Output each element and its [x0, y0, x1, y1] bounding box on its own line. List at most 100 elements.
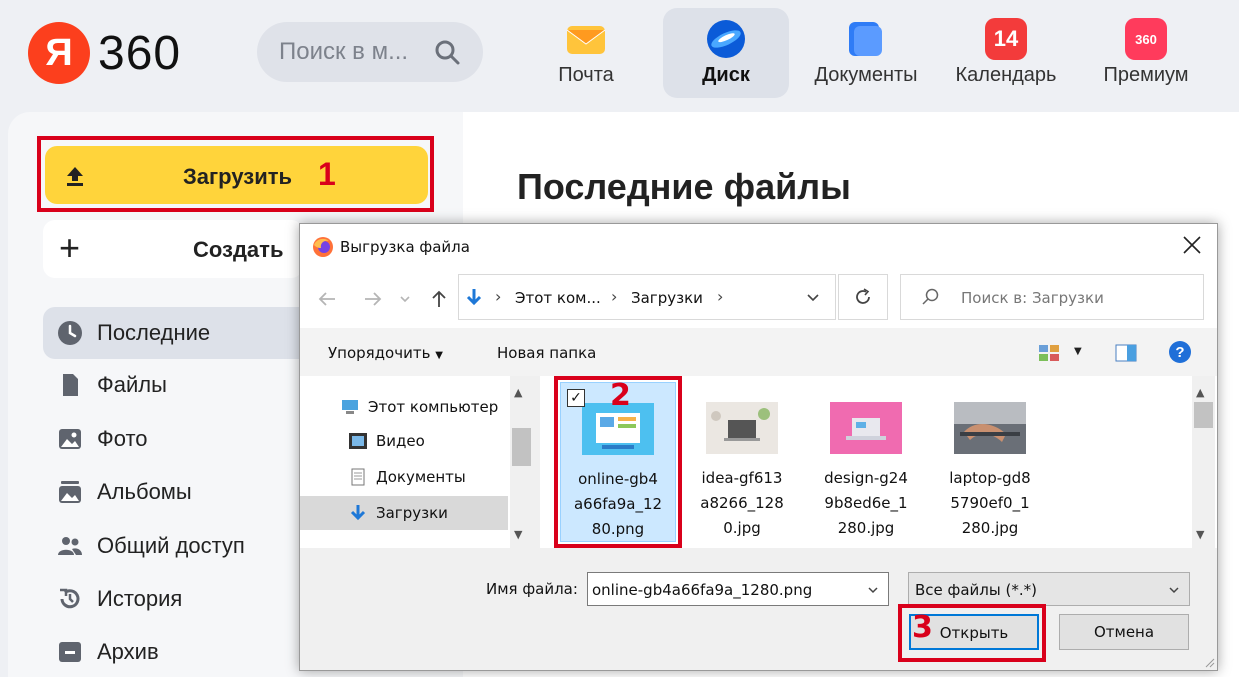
scroll-down-icon[interactable]: ▼ — [1196, 528, 1204, 541]
up-arrow-icon[interactable] — [428, 288, 450, 310]
logo-text: 360 — [98, 26, 182, 80]
dialog-search-placeholder: Поиск в: Загрузки — [961, 289, 1104, 307]
sidebar-item-archive[interactable]: Архив — [43, 626, 318, 677]
disk-icon — [705, 18, 747, 60]
chevron-down-icon — [1169, 587, 1179, 594]
cancel-button[interactable]: Отмена — [1059, 614, 1189, 650]
app-label-documents: Документы — [814, 64, 918, 86]
caret-down-icon: ▼ — [435, 350, 443, 361]
filename-input[interactable]: online-gb4a66fa9a_1280.png — [587, 572, 889, 606]
caret-down-icon[interactable]: ▼ — [1074, 346, 1082, 357]
svg-text:?: ? — [1175, 344, 1184, 361]
chevron-down-icon[interactable] — [805, 289, 821, 305]
folder-tree: Этот компьютер Видео Документы Загрузки … — [300, 376, 533, 548]
filename-value: online-gb4a66fa9a_1280.png — [592, 581, 813, 599]
tree-item-documents[interactable]: Документы — [300, 460, 508, 494]
chevron-down-icon[interactable] — [398, 288, 412, 310]
step-marker-2: 2 — [610, 378, 631, 413]
plus-icon: + — [59, 227, 81, 268]
app-label-disk: Диск — [702, 64, 750, 86]
app-mail[interactable]: Почта — [523, 8, 649, 98]
view-options-icon[interactable] — [1038, 344, 1060, 362]
tree-item-this-pc[interactable]: Этот компьютер — [300, 390, 508, 424]
app-header: Я 360 Поиск в м... Почта Диск Документы … — [0, 0, 1239, 110]
file-name: idea-gf613 a8266_128 0.jpg — [700, 469, 784, 537]
app-documents[interactable]: Документы — [803, 8, 929, 98]
dialog-toolbar: Упорядочить ▼ Новая папка ▼ ? — [300, 328, 1217, 376]
highlight-frame-upload — [37, 136, 434, 212]
file-name: laptop-gd8 5790ef0_1 280.jpg — [949, 469, 1031, 537]
dialog-search-input[interactable]: Поиск в: Загрузки — [900, 274, 1204, 320]
tree-item-label: Загрузки — [376, 504, 448, 522]
tree-item-video[interactable]: Видео — [300, 424, 508, 458]
sidebar-item-files[interactable]: Файлы — [43, 359, 318, 411]
path-separator: › — [495, 287, 502, 306]
path-segment[interactable]: Этот ком... — [515, 289, 601, 307]
scroll-up-icon[interactable]: ▲ — [514, 386, 522, 399]
documents-icon — [845, 18, 887, 60]
clock-icon — [58, 321, 82, 345]
file-thumbnail — [954, 402, 1026, 454]
chevron-down-icon[interactable] — [866, 583, 880, 597]
file-item[interactable]: design-g24 9b8ed6e_1 280.jpg — [808, 382, 924, 542]
help-icon[interactable]: ? — [1168, 340, 1192, 364]
search-placeholder: Поиск в м... — [279, 38, 409, 65]
app-premium[interactable]: 360 Премиум — [1083, 8, 1209, 98]
close-icon[interactable] — [1181, 234, 1203, 256]
app-label-premium: Премиум — [1103, 64, 1189, 86]
forward-arrow-icon[interactable] — [362, 288, 384, 310]
tree-scrollbar[interactable]: ▲ ▼ — [510, 376, 533, 548]
filetype-select[interactable]: Все файлы (*.*) — [908, 572, 1190, 606]
resize-grip-icon[interactable] — [1203, 656, 1215, 668]
files-scrollbar[interactable]: ▲ ▼ — [1192, 376, 1215, 548]
mail-icon — [565, 18, 607, 60]
preview-pane-icon[interactable] — [1115, 344, 1137, 362]
path-separator: › — [611, 287, 618, 306]
file-item[interactable]: laptop-gd8 5790ef0_1 280.jpg — [932, 382, 1048, 542]
organize-button[interactable]: Упорядочить ▼ — [328, 344, 443, 362]
sidebar-item-recent[interactable]: Последние — [43, 307, 318, 359]
create-button[interactable]: + Создать — [43, 220, 303, 278]
sidebar-item-albums[interactable]: Альбомы — [43, 466, 318, 518]
sidebar-item-label: Общий доступ — [97, 533, 245, 558]
sidebar-item-label: Архив — [97, 639, 159, 664]
history-icon — [60, 588, 80, 609]
shared-icon — [58, 537, 82, 555]
archive-icon — [59, 642, 81, 662]
filename-label: Имя файла: — [486, 580, 578, 598]
app-label-mail: Почта — [558, 64, 614, 86]
app-calendar[interactable]: 14 Календарь — [943, 8, 1069, 98]
sidebar-item-label: История — [97, 586, 183, 611]
file-item[interactable]: idea-gf613 a8266_128 0.jpg — [684, 382, 800, 542]
sidebar-item-history[interactable]: История — [43, 573, 318, 625]
search-field[interactable]: Поиск в м... — [257, 22, 483, 82]
refresh-icon — [856, 288, 870, 304]
file-icon — [63, 374, 78, 396]
step-marker-3: 3 — [912, 610, 933, 645]
scroll-up-icon[interactable]: ▲ — [1196, 386, 1204, 399]
dialog-footer: Имя файла: online-gb4a66fa9a_1280.png Вс… — [300, 548, 1217, 670]
sidebar-item-shared[interactable]: Общий доступ — [43, 520, 318, 572]
tree-item-downloads[interactable]: Загрузки — [300, 496, 508, 530]
yandex-360-logo[interactable]: Я 360 — [28, 22, 181, 84]
path-segment[interactable]: Загрузки — [631, 289, 703, 307]
new-folder-button[interactable]: Новая папка — [497, 344, 596, 362]
refresh-button[interactable] — [838, 274, 888, 320]
scrollbar-thumb[interactable] — [1194, 402, 1213, 428]
scroll-down-icon[interactable]: ▼ — [514, 528, 522, 541]
page-title: Последние файлы — [517, 166, 851, 207]
calendar-day: 14 — [993, 26, 1019, 51]
path-separator: › — [717, 287, 724, 306]
app-disk[interactable]: Диск — [663, 8, 789, 98]
organize-label: Упорядочить — [328, 344, 431, 362]
sidebar-item-photo[interactable]: Фото — [43, 413, 318, 465]
downloads-folder-icon — [350, 505, 366, 521]
scrollbar-thumb[interactable] — [512, 428, 531, 466]
back-arrow-icon[interactable] — [316, 288, 338, 310]
dialog-title: Выгрузка файла — [340, 238, 470, 256]
address-bar[interactable]: › Этот ком... › Загрузки › — [458, 274, 836, 320]
dialog-titlebar: Выгрузка файла — [300, 224, 1217, 270]
video-folder-icon — [349, 433, 367, 449]
dialog-navbar: › Этот ком... › Загрузки › Поиск в: Загр… — [300, 270, 1217, 328]
albums-icon — [59, 481, 81, 503]
